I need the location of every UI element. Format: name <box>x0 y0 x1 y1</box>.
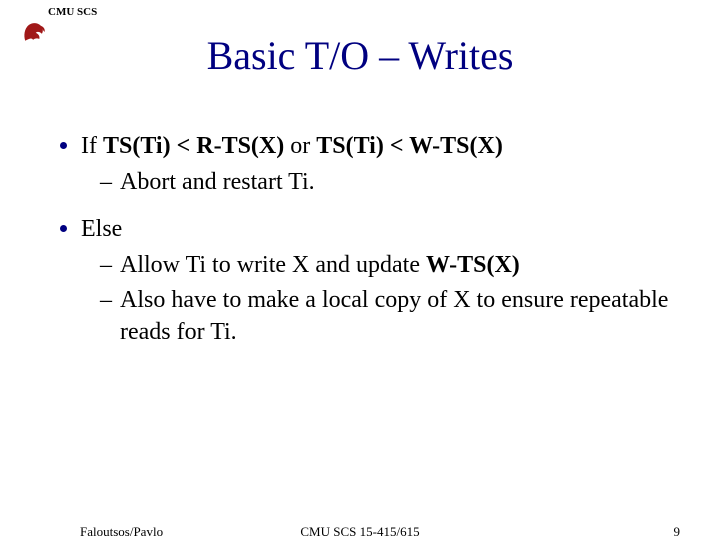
bullet-text: Else <box>81 213 122 245</box>
slide-number: 9 <box>674 524 681 540</box>
slide-title: Basic T/O – Writes <box>0 32 720 79</box>
dash-icon: – <box>100 166 112 198</box>
sub-bullet-text: Also have to make a local copy of X to e… <box>120 284 670 349</box>
bullet-icon <box>60 225 67 232</box>
footer-course: CMU SCS 15-415/615 <box>0 524 720 540</box>
dash-icon: – <box>100 249 112 281</box>
header-label: CMU SCS <box>48 6 97 18</box>
sub-bullet: – Allow Ti to write X and update W-TS(X) <box>100 249 670 281</box>
sub-bullet: – Also have to make a local copy of X to… <box>100 284 670 349</box>
bullet-text: If TS(Ti) < R-TS(X) or TS(Ti) < W-TS(X) <box>81 130 503 162</box>
bullet-icon <box>60 142 67 149</box>
sub-bullet-text: Allow Ti to write X and update W-TS(X) <box>120 249 520 281</box>
sub-bullet: – Abort and restart Ti. <box>100 166 670 198</box>
sub-bullet-text: Abort and restart Ti. <box>120 166 315 198</box>
dash-icon: – <box>100 284 112 316</box>
bullet-item: If TS(Ti) < R-TS(X) or TS(Ti) < W-TS(X) <box>60 130 670 162</box>
bullet-item: Else <box>60 213 670 245</box>
slide-content: If TS(Ti) < R-TS(X) or TS(Ti) < W-TS(X) … <box>60 130 670 350</box>
